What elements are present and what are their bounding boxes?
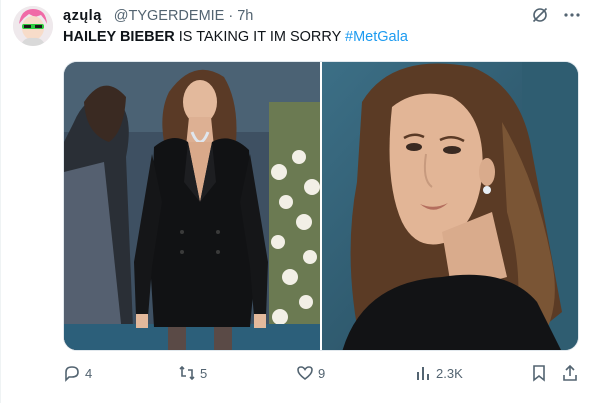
avatar[interactable] xyxy=(13,6,53,46)
tweet-text-bold: HAILEY BIEBER xyxy=(63,29,175,45)
reply-icon xyxy=(65,366,79,382)
hashtag-link[interactable]: #MetGala xyxy=(345,29,408,45)
retweet-count: 5 xyxy=(200,365,208,381)
bookmark-icon xyxy=(533,365,545,382)
retweet-icon xyxy=(179,365,195,381)
photo-full-length-icon xyxy=(64,62,320,350)
views-chart-icon xyxy=(417,367,429,380)
photo-left[interactable] xyxy=(64,62,320,350)
retweet-button[interactable]: 5 xyxy=(178,364,207,382)
tweet-card[interactable]: ązųlą @TYGERDEMIE · 7h HAILEY BIEBER IS … xyxy=(0,0,596,403)
share-icon xyxy=(563,364,577,381)
separator-dot: · xyxy=(228,8,234,24)
reply-count: 4 xyxy=(85,365,93,381)
tweet-top-actions xyxy=(530,5,582,25)
like-button[interactable]: 9 xyxy=(296,364,325,382)
tweet-text: HAILEY BIEBER IS TAKING IT IM SORRY #Met… xyxy=(63,29,408,45)
photo-closeup-icon xyxy=(322,62,578,350)
tweet-text-body: IS TAKING IT IM SORRY xyxy=(174,29,346,45)
tweet-actions: 4 5 9 2.3K xyxy=(63,364,579,386)
display-name[interactable]: ązųlą xyxy=(63,8,102,24)
user-handle[interactable]: @TYGERDEMIE xyxy=(114,8,225,24)
tweet-header: ązųlą @TYGERDEMIE · 7h xyxy=(63,7,253,25)
reply-button[interactable]: 4 xyxy=(63,364,92,382)
views-count: 2.3K xyxy=(436,365,463,381)
timestamp[interactable]: 7h xyxy=(237,8,253,24)
more-options-icon[interactable] xyxy=(562,5,582,25)
heart-icon xyxy=(297,366,313,380)
media-grid xyxy=(63,61,579,351)
views-button[interactable]: 2.3K xyxy=(414,364,463,382)
like-count: 9 xyxy=(318,365,326,381)
grok-icon[interactable] xyxy=(530,5,550,25)
bookmark-button[interactable] xyxy=(530,364,548,382)
avatar-image xyxy=(13,6,53,46)
share-button[interactable] xyxy=(561,364,579,382)
photo-right[interactable] xyxy=(322,62,578,350)
